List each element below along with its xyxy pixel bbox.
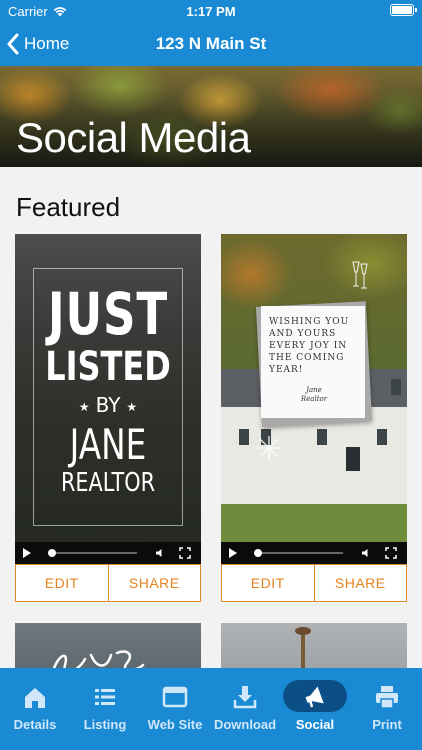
featured-card-just-listed: JUST LISTED ★ BY ★ JANE REALTOR EDIT SHARE [15,234,201,602]
fullscreen-icon[interactable] [385,547,397,559]
tab-details[interactable]: Details [0,668,70,750]
seek-track[interactable] [51,552,137,554]
house-window [317,429,327,445]
card-actions: EDIT SHARE [15,564,201,602]
tab-label: Listing [83,717,127,732]
status-bar: Carrier 1:17 PM [0,0,422,22]
tab-label: Social [295,717,335,732]
tab-listing[interactable]: Listing [70,668,140,750]
star-icon: ★ [78,399,90,414]
greeting-message: WISHING YOU AND YOURS EVERY JOY IN THE C… [269,317,350,375]
megaphone-icon [305,686,324,708]
tab-label: Print [372,717,402,732]
hero-banner: Social Media [0,66,422,167]
status-time: 1:17 PM [186,4,236,19]
section-title-featured: Featured [16,192,121,222]
home-icon [25,688,45,708]
sparkle-icon [257,436,281,460]
edit-button[interactable]: EDIT [16,565,108,601]
poster-line: LISTED [45,344,171,390]
signature-line: Jane [306,386,322,394]
play-icon[interactable] [229,548,237,558]
lawn [221,504,407,544]
lamp-post-graphic [295,627,311,673]
poster-line-by: ★ BY ★ [15,390,201,422]
seek-knob[interactable] [48,549,56,557]
poster-text: JUST LISTED ★ BY ★ JANE REALTOR [15,284,201,498]
tab-bar: Details Listing Web Site Download Social [0,668,422,750]
signature-line: Realtor [300,395,328,403]
video-controls [221,542,407,564]
hero-title: Social Media [16,114,251,161]
house-window [239,429,249,445]
house-door [346,447,360,471]
back-label: Home [24,34,70,53]
card-actions: EDIT SHARE [221,564,407,602]
featured-card-greeting: WISHING YOU AND YOURS EVERY JOY IN THE C… [221,234,407,602]
battery-icon [390,4,417,16]
volume-icon[interactable] [155,548,165,558]
greeting-signature: Jane Realtor [269,386,359,404]
poster-line: JUST [47,280,169,348]
tab-label: Web Site [147,717,203,732]
fullscreen-icon[interactable] [179,547,191,559]
house-window [377,429,387,445]
star-icon: ★ [126,399,138,414]
poster-line: JANE [69,419,147,469]
share-button[interactable]: SHARE [107,565,201,601]
list-icon [95,689,115,705]
tab-web-site[interactable]: Web Site [140,668,210,750]
featured-card-partial[interactable] [15,623,201,673]
greeting-card: WISHING YOU AND YOURS EVERY JOY IN THE C… [261,306,365,418]
download-icon [233,686,257,709]
share-button[interactable]: SHARE [313,565,407,601]
tab-download[interactable]: Download [210,668,280,750]
tab-social[interactable]: Social [283,668,353,750]
tab-label: Download [213,717,277,732]
seek-track[interactable] [257,552,343,554]
poster-line: REALTOR [60,467,156,498]
chevron-left-icon [7,33,19,55]
poster-line: BY [95,393,121,417]
printer-icon [376,686,398,709]
back-button[interactable]: Home [6,22,69,66]
edit-button[interactable]: EDIT [222,565,314,601]
house-window [391,379,401,395]
navigation-bar: Home 123 N Main St [0,22,422,66]
featured-card-partial[interactable] [221,623,407,673]
browser-window-icon [162,686,188,708]
play-icon[interactable] [23,548,31,558]
seek-knob[interactable] [254,549,262,557]
video-preview[interactable]: WISHING YOU AND YOURS EVERY JOY IN THE C… [221,234,407,564]
tab-print[interactable]: Print [352,668,422,750]
tab-label: Details [13,717,57,732]
volume-icon[interactable] [361,548,371,558]
video-controls [15,542,201,564]
video-preview[interactable]: JUST LISTED ★ BY ★ JANE REALTOR [15,234,201,564]
champagne-glasses-icon [352,261,368,289]
